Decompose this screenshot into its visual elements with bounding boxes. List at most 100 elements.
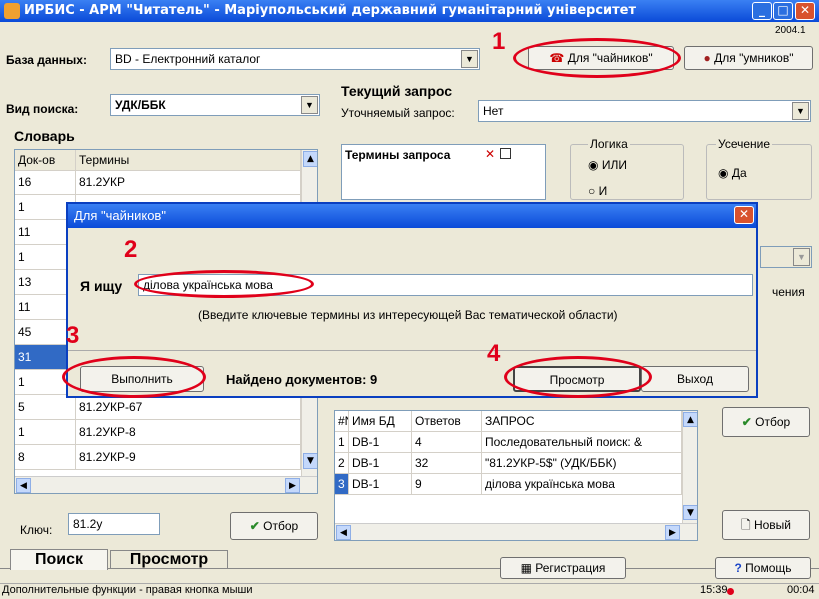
query-terms-list[interactable]: Термины запроса ✕: [341, 144, 546, 200]
scroll-right-icon[interactable]: ▶: [665, 525, 680, 540]
new-query-label: Новый: [753, 518, 792, 532]
refine-value: Нет: [483, 104, 504, 118]
status-time: 15:39: [700, 584, 728, 596]
history-query-cell: "81.2УКР-5$" (УДК/ББК): [482, 453, 682, 474]
history-db-cell: DB-1: [349, 432, 412, 453]
dialog-title: Для "чайников": [74, 208, 166, 223]
column-header-n[interactable]: #N: [335, 411, 349, 432]
column-header-docs[interactable]: Док-ов: [15, 150, 76, 171]
tab-search[interactable]: Поиск: [10, 549, 108, 570]
maximize-button[interactable]: □: [773, 2, 793, 20]
refine-select[interactable]: Нет ▼: [478, 100, 811, 122]
annotation-oval-4: [504, 356, 652, 398]
history-n-cell: 2: [335, 453, 349, 474]
history-query-cell: Последовательный поиск: &: [482, 432, 682, 453]
term-cell: 81.2УКР-67: [76, 395, 301, 420]
history-answers-cell: 9: [412, 474, 482, 495]
chevron-down-icon: ▼: [301, 96, 318, 114]
term-cell: 81.2УКР: [76, 170, 301, 195]
scroll-up-icon[interactable]: ▲: [683, 412, 697, 427]
scroll-down-icon[interactable]: ▼: [683, 505, 697, 520]
term-cell: 81.2УКР-9: [76, 445, 301, 470]
chevron-down-icon: ▼: [461, 50, 478, 68]
check-icon: ✔: [249, 519, 260, 533]
column-header-terms[interactable]: Термины: [76, 150, 301, 171]
history-n-cell: 1: [335, 432, 349, 453]
annotation-number-3: 3: [66, 322, 80, 349]
vocab-select-label: Отбор: [263, 519, 299, 533]
register-label: Регистрация: [535, 561, 606, 575]
partial-label: чения: [772, 285, 805, 299]
history-select-label: Отбор: [755, 415, 791, 429]
logic-or-radio[interactable]: ◉ ИЛИ: [588, 158, 627, 172]
db-select[interactable]: BD - Електронний каталог ▼: [110, 48, 480, 70]
history-answers-cell: 32: [412, 453, 482, 474]
refine-label: Уточняемый запрос:: [341, 106, 455, 120]
logic-or-label: ИЛИ: [601, 158, 627, 172]
scroll-left-icon[interactable]: ◀: [16, 478, 31, 493]
register-button[interactable]: ▦ Регистрация: [500, 557, 626, 579]
scroll-down-icon[interactable]: ▼: [303, 453, 317, 469]
logic-and-radio[interactable]: ○ И: [588, 184, 607, 198]
annotation-number-2: 2: [124, 236, 138, 263]
table-row[interactable]: 1 DB-1 4 Последовательный поиск: &: [335, 432, 682, 453]
history-select-button[interactable]: ✔ Отбор: [722, 407, 810, 437]
advanced-button[interactable]: ● Для "умников": [684, 46, 813, 70]
disabled-select: ▼: [760, 246, 812, 268]
dialog-close-icon[interactable]: ✕: [734, 206, 754, 224]
column-header-query[interactable]: ЗАПРОС: [482, 411, 682, 432]
query-terms-header: Термины запроса: [345, 148, 451, 162]
query-history-table[interactable]: #N Имя БД Ответов ЗАПРОС 1DB-14Последова…: [334, 410, 698, 541]
found-count-text: Найдено документов: 9: [226, 372, 378, 387]
column-header-db[interactable]: Имя БД: [349, 411, 412, 432]
window-title: ИРБИС - АРМ "Читатель" - Маріупольський …: [24, 3, 637, 18]
history-hscrollbar[interactable]: ◀ ▶: [335, 523, 697, 540]
dialog-divider: [68, 350, 756, 351]
docs-count-cell: 5: [15, 395, 76, 420]
table-row[interactable]: 16 81.2УКР: [15, 170, 301, 195]
vocabulary-hscrollbar[interactable]: ◀ ▶: [15, 476, 317, 493]
dialog-search-label: Я ищу: [80, 278, 123, 294]
annotation-oval-3: [62, 356, 206, 398]
truncation-title: Усечение: [716, 137, 773, 151]
db-select-value: BD - Електронний каталог: [115, 52, 261, 66]
close-button[interactable]: ✕: [795, 2, 815, 20]
search-type-select[interactable]: УДК/ББК ▼: [110, 94, 320, 116]
minimize-button[interactable]: _: [752, 2, 772, 20]
table-row[interactable]: 3 DB-1 9 ділова українська мова: [335, 474, 682, 495]
history-n-cell: 3: [335, 474, 349, 495]
scroll-right-icon[interactable]: ▶: [285, 478, 300, 493]
chevron-down-icon: ▼: [792, 102, 809, 120]
history-scrollbar[interactable]: ▲ ▼: [682, 411, 697, 523]
logic-title: Логика: [588, 137, 630, 151]
document-icon: 🗋: [740, 518, 751, 532]
truncation-yes-radio[interactable]: ◉ Да: [718, 166, 747, 180]
annotation-number-4: 4: [487, 340, 501, 367]
delete-term-icon[interactable]: ✕: [485, 147, 495, 161]
current-query-title: Текущий запрос: [341, 83, 453, 99]
new-query-button[interactable]: 🗋 Новый: [722, 510, 810, 540]
help-button[interactable]: ? Помощь: [715, 557, 811, 579]
table-row[interactable]: 1 81.2УКР-8: [15, 420, 301, 445]
table-row[interactable]: 2 DB-1 32 "81.2УКР-5$" (УДК/ББК): [335, 453, 682, 474]
exit-button[interactable]: Выход: [641, 366, 749, 392]
vocabulary-title: Словарь: [14, 128, 75, 144]
truncation-yes-label: Да: [731, 166, 747, 180]
help-label: Помощь: [745, 561, 792, 575]
key-input[interactable]: 81.2у: [68, 513, 160, 535]
clear-terms-icon[interactable]: [500, 148, 511, 159]
brain-icon: ●: [703, 51, 711, 65]
column-header-answers[interactable]: Ответов: [412, 411, 482, 432]
annotation-oval-2: [134, 270, 314, 298]
history-db-cell: DB-1: [349, 474, 412, 495]
tab-view[interactable]: Просмотр: [110, 550, 228, 569]
key-label: Ключ:: [20, 523, 53, 537]
table-row[interactable]: 8 81.2УКР-9: [15, 445, 301, 470]
search-type-value: УДК/ББК: [115, 98, 166, 112]
term-cell: 81.2УКР-8: [76, 420, 301, 445]
vocab-select-button[interactable]: ✔ Отбор: [230, 512, 318, 540]
scroll-up-icon[interactable]: ▲: [303, 151, 317, 167]
title-bar: ИРБИС - АРМ "Читатель" - Маріупольський …: [0, 0, 819, 22]
table-row[interactable]: 5 81.2УКР-67: [15, 395, 301, 420]
scroll-left-icon[interactable]: ◀: [336, 525, 351, 540]
